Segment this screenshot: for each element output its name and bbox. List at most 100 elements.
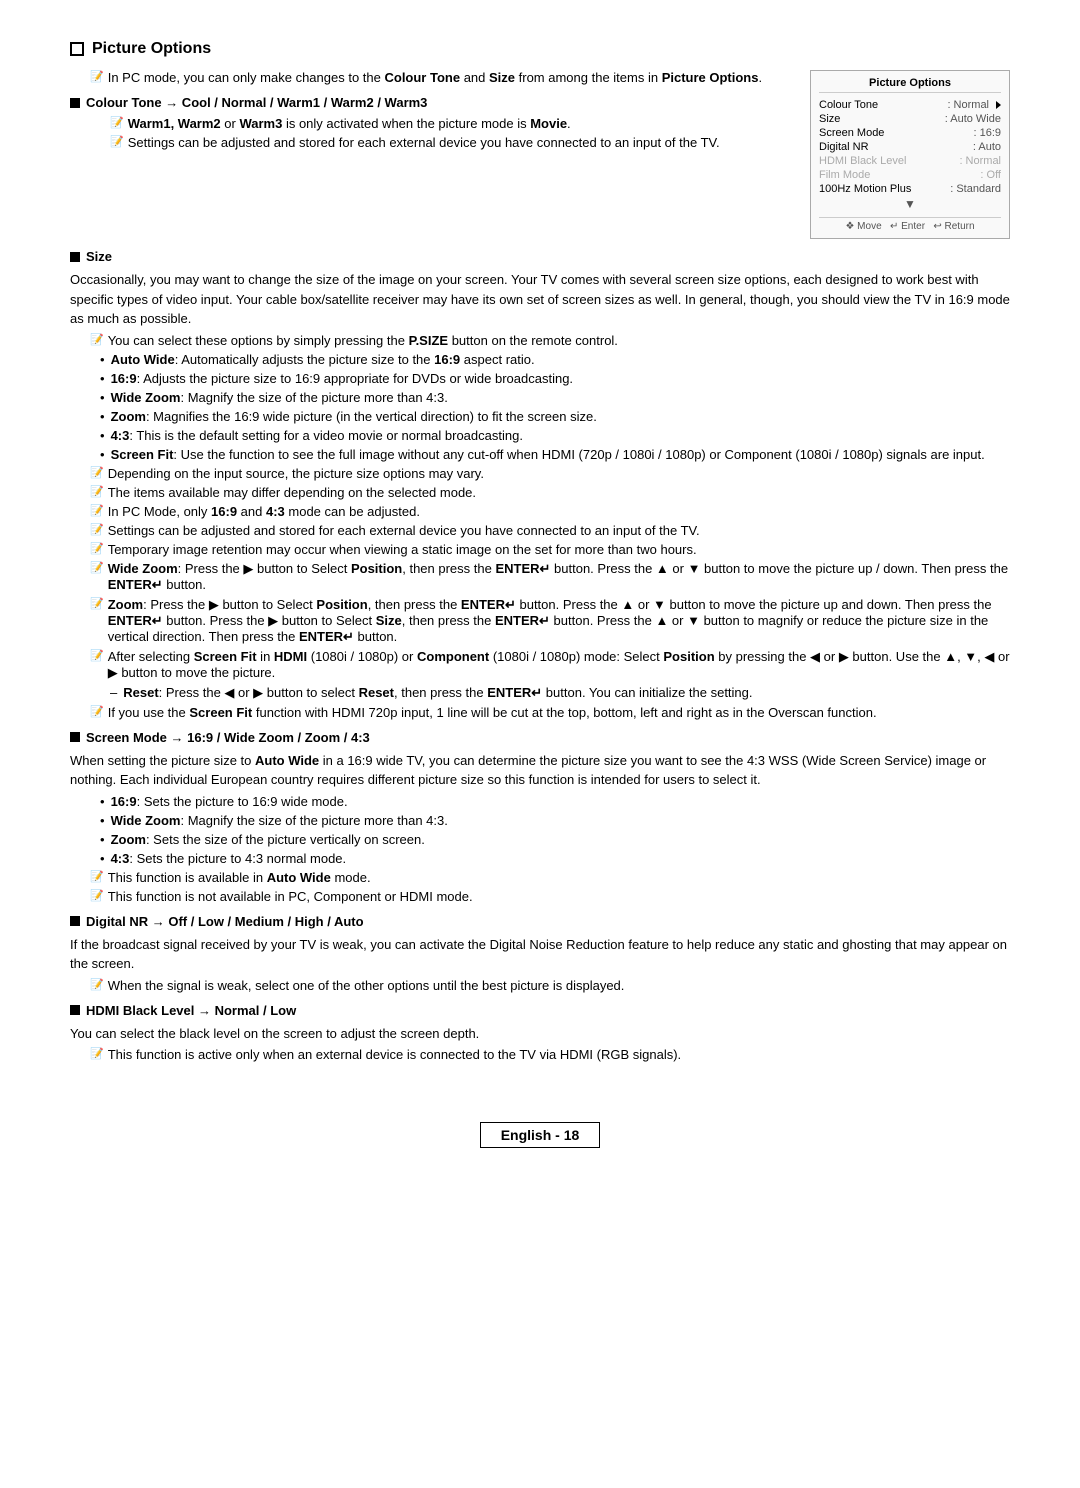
note-icon-s5: 📝 (90, 542, 104, 555)
po-value-100hz: : Standard (950, 183, 1001, 195)
note-icon-s4: 📝 (90, 523, 104, 536)
bullet-169: 16:9: Adjusts the picture size to 16:9 a… (100, 371, 1010, 386)
picture-options-box: Picture Options Colour Tone : Normal Siz… (810, 70, 1010, 239)
size-note-2-text: The items available may differ depending… (108, 485, 476, 500)
top-section: 📝 In PC mode, you can only make changes … (70, 70, 1010, 239)
po-label-screen-mode: Screen Mode (819, 127, 884, 139)
sm-bullet-zoom-text: Zoom: Sets the size of the picture verti… (111, 832, 425, 847)
po-value-colour-tone: : Normal (947, 99, 1001, 111)
po-label-hdmi-black: HDMI Black Level (819, 155, 906, 167)
sm-bullet-43: 4:3: Sets the picture to 4:3 normal mode… (100, 851, 1010, 866)
po-value-film-mode: : Off (980, 169, 1001, 181)
arrow-icon (996, 101, 1001, 109)
hdmi-black-label: HDMI Black Level → Normal / Low (86, 1003, 296, 1018)
bullet-auto-wide-text: Auto Wide: Automatically adjusts the pic… (111, 352, 535, 367)
size-note-5-text: Temporary image retention may occur when… (108, 542, 697, 557)
colour-note-1: 📝 Warm1, Warm2 or Warm3 is only activate… (90, 116, 790, 131)
po-row-colour-tone: Colour Tone : Normal (819, 99, 1001, 111)
sm-note-2: 📝 This function is not available in PC, … (70, 889, 1010, 904)
po-row-100hz: 100Hz Motion Plus : Standard (819, 183, 1001, 195)
po-nav: ❖ Move ↵ Enter ↩ Return (819, 217, 1001, 232)
size-bullets: Auto Wide: Automatically adjusts the pic… (100, 352, 1010, 462)
size-note-8-text: After selecting Screen Fit in HDMI (1080… (108, 649, 1010, 681)
size-intro: Occasionally, you may want to change the… (70, 270, 1010, 329)
bullet-43-text: 4:3: This is the default setting for a v… (111, 428, 523, 443)
bullet-zoom-text: Zoom: Magnifies the 16:9 wide picture (i… (111, 409, 597, 424)
size-label: Size (86, 249, 112, 264)
bullet-auto-wide: Auto Wide: Automatically adjusts the pic… (100, 352, 1010, 367)
screen-mode-intro: When setting the picture size to Auto Wi… (70, 751, 1010, 790)
size-psize-note: 📝 You can select these options by simply… (70, 333, 1010, 348)
colour-note-2-text: Settings can be adjusted and stored for … (128, 135, 720, 150)
sm-bullet-wide-zoom: Wide Zoom: Magnify the size of the pictu… (100, 813, 1010, 828)
colour-note-2: 📝 Settings can be adjusted and stored fo… (90, 135, 790, 150)
po-value-screen-mode: : 16:9 (973, 127, 1001, 139)
po-value-digital-nr: : Auto (973, 141, 1001, 153)
note-icon-s6: 📝 (90, 561, 104, 574)
footer-badge: English - 18 (480, 1122, 601, 1148)
colour-tone-notes: 📝 Warm1, Warm2 or Warm3 is only activate… (70, 116, 790, 150)
note-icon-s9: 📝 (90, 705, 104, 718)
footer: English - 18 (70, 1122, 1010, 1168)
po-row-digital-nr: Digital NR : Auto (819, 141, 1001, 153)
size-psize-text: You can select these options by simply p… (108, 333, 618, 348)
size-para-1: Occasionally, you may want to change the… (70, 270, 1010, 329)
size-black-square (70, 252, 80, 262)
size-note-4-text: Settings can be adjusted and stored for … (108, 523, 700, 538)
sm-bullet-wide-zoom-text: Wide Zoom: Magnify the size of the pictu… (111, 813, 448, 828)
note-icon-3: 📝 (110, 135, 124, 148)
size-header: Size (70, 249, 1010, 264)
digital-nr-label: Digital NR → Off / Low / Medium / High /… (86, 914, 364, 929)
note-icon-hb1: 📝 (90, 1047, 104, 1060)
sm-note-1-text: This function is available in Auto Wide … (108, 870, 371, 885)
colour-tone-label: Colour Tone → Cool / Normal / Warm1 / Wa… (86, 95, 427, 110)
size-note-7: 📝 Zoom: Press the ▶ button to Select Pos… (70, 597, 1010, 645)
po-label-digital-nr: Digital NR (819, 141, 869, 153)
note-icon-s1: 📝 (90, 466, 104, 479)
size-note-6-text: Wide Zoom: Press the ▶ button to Select … (108, 561, 1010, 593)
size-note-5: 📝 Temporary image retention may occur wh… (70, 542, 1010, 557)
po-row-screen-mode: Screen Mode : 16:9 (819, 127, 1001, 139)
sm-bullet-169-text: 16:9: Sets the picture to 16:9 wide mode… (111, 794, 348, 809)
intro-note-text: In PC mode, you can only make changes to… (108, 70, 762, 85)
colour-tone-header: Colour Tone → Cool / Normal / Warm1 / Wa… (70, 95, 790, 110)
bullet-169-text: 16:9: Adjusts the picture size to 16:9 a… (111, 371, 573, 386)
size-note-4: 📝 Settings can be adjusted and stored fo… (70, 523, 1010, 538)
note-icon-s2: 📝 (90, 485, 104, 498)
digital-nr-header: Digital NR → Off / Low / Medium / High /… (70, 914, 1010, 929)
bullet-wide-zoom: Wide Zoom: Magnify the size of the pictu… (100, 390, 1010, 405)
po-label-film-mode: Film Mode (819, 169, 870, 181)
dash-reset: Reset: Press the ◀ or ▶ button to select… (70, 685, 1010, 701)
note-icon-psize: 📝 (90, 333, 104, 346)
title-text: Picture Options (92, 40, 211, 58)
note-icon-sm1: 📝 (90, 870, 104, 883)
hdmi-black-intro: You can select the black level on the sc… (70, 1024, 1010, 1044)
po-label-size: Size (819, 113, 840, 125)
size-note-1-text: Depending on the input source, the pictu… (108, 466, 484, 481)
top-left-content: 📝 In PC mode, you can only make changes … (70, 70, 790, 239)
size-note-3-text: In PC Mode, only 16:9 and 4:3 mode can b… (108, 504, 420, 519)
note-icon-1: 📝 (90, 70, 104, 83)
black-square-icon (70, 98, 80, 108)
intro-note-1: 📝 In PC mode, you can only make changes … (70, 70, 790, 85)
note-icon-s8: 📝 (90, 649, 104, 662)
hdmi-black-note-1: 📝 This function is active only when an e… (70, 1047, 1010, 1062)
sm-bullet-169: 16:9: Sets the picture to 16:9 wide mode… (100, 794, 1010, 809)
size-note-7-text: Zoom: Press the ▶ button to Select Posit… (108, 597, 1010, 645)
note-icon-s3: 📝 (90, 504, 104, 517)
bullet-wide-zoom-text: Wide Zoom: Magnify the size of the pictu… (111, 390, 448, 405)
footer-label: English - 18 (501, 1127, 580, 1143)
dnr-note-1: 📝 When the signal is weak, select one of… (70, 978, 1010, 993)
hdmi-black-section: HDMI Black Level → Normal / Low You can … (70, 1003, 1010, 1063)
size-note-1: 📝 Depending on the input source, the pic… (70, 466, 1010, 481)
size-note-8: 📝 After selecting Screen Fit in HDMI (10… (70, 649, 1010, 681)
po-row-hdmi-black: HDMI Black Level : Normal (819, 155, 1001, 167)
hdmi-black-note-1-text: This function is active only when an ext… (108, 1047, 681, 1062)
sm-note-2-text: This function is not available in PC, Co… (108, 889, 473, 904)
po-box: Picture Options Colour Tone : Normal Siz… (810, 70, 1010, 239)
sm-bullet-43-text: 4:3: Sets the picture to 4:3 normal mode… (111, 851, 347, 866)
page-container: Picture Options 📝 In PC mode, you can on… (70, 40, 1010, 1062)
note-icon-sm2: 📝 (90, 889, 104, 902)
po-value-hdmi-black: : Normal (959, 155, 1001, 167)
screen-mode-header: Screen Mode → 16:9 / Wide Zoom / Zoom / … (70, 730, 1010, 745)
